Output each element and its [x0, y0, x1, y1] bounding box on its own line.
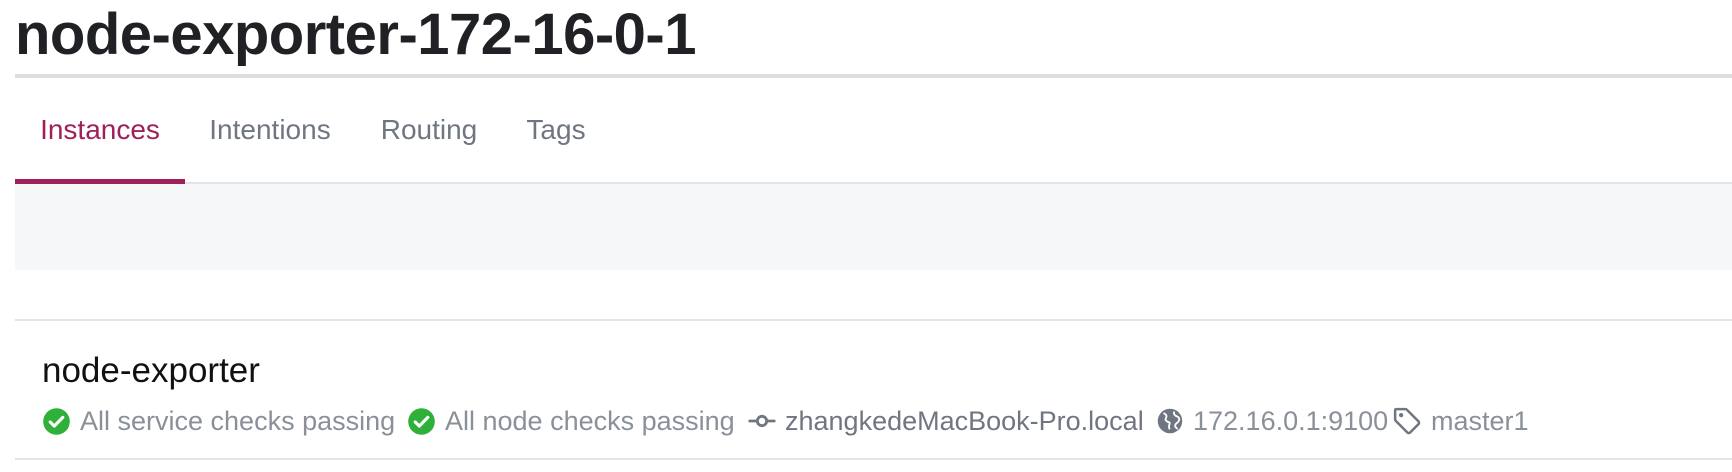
- search-toolbar-area: [15, 184, 1732, 270]
- node-checks-status: All node checks passing: [407, 401, 735, 441]
- service-checks-status: All service checks passing: [42, 401, 395, 441]
- node-name-label: zhangkedeMacBook-Pro.local: [785, 405, 1144, 436]
- node-checks-label: All node checks passing: [445, 405, 735, 436]
- git-commit-icon: [748, 407, 776, 435]
- tab-tags[interactable]: Tags: [511, 78, 601, 182]
- address-label: 172.16.0.1:9100: [1193, 405, 1389, 436]
- tab-label: Tags: [526, 114, 586, 145]
- tag-icon: [1392, 406, 1422, 436]
- instance-name[interactable]: node-exporter: [42, 351, 260, 391]
- tab-instances[interactable]: Instances: [15, 78, 185, 184]
- tab-label: Instances: [40, 114, 160, 145]
- page-title: node-exporter-172-16-0-1: [15, 2, 697, 67]
- node-name[interactable]: zhangkedeMacBook-Pro.local: [748, 401, 1144, 441]
- instance-tags: master1: [1392, 401, 1529, 441]
- globe-icon: [1156, 407, 1184, 435]
- tab-routing[interactable]: Routing: [367, 78, 491, 182]
- check-circle-icon: [42, 407, 71, 436]
- tag-label: master1: [1431, 405, 1529, 436]
- tab-intentions[interactable]: Intentions: [193, 78, 347, 182]
- instance-list-item[interactable]: node-exporter All service checks passing…: [15, 321, 1732, 458]
- tab-label: Intentions: [209, 114, 331, 145]
- list-divider-bottom: [15, 458, 1732, 460]
- instance-address: 172.16.0.1:9100: [1156, 401, 1388, 441]
- service-checks-label: All service checks passing: [80, 405, 396, 436]
- check-circle-icon: [407, 407, 436, 436]
- tab-bar: Instances Intentions Routing Tags: [15, 78, 1732, 184]
- tab-label: Routing: [380, 114, 478, 145]
